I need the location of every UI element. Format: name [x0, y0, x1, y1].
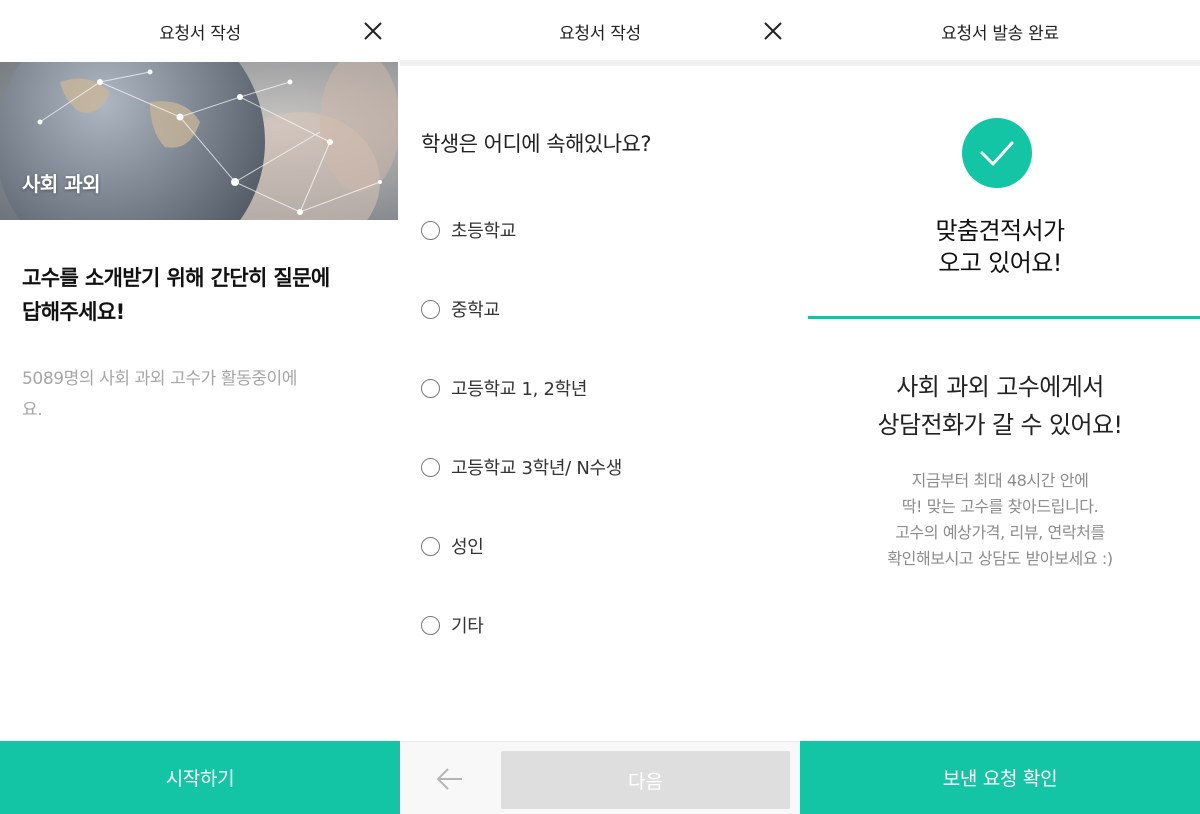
- completion-heading-line: 오고 있어요!: [938, 249, 1062, 277]
- screen-intro: 요청서 작성 사회 과외 고수를 소개받기 위해 간단히 질문에 답해주세요! …: [0, 0, 400, 814]
- back-arrow-icon[interactable]: [434, 764, 466, 794]
- header-title: 요청서 작성: [159, 23, 241, 44]
- radio-button[interactable]: [421, 299, 440, 319]
- screen-complete: 요청서 발송 완료 맞춤견적서가 오고 있어요! 사회 과외 고수에게서 상담전…: [800, 0, 1200, 814]
- option-adult[interactable]: 성인: [421, 526, 622, 566]
- completion-subheading-line: 사회 과외 고수에게서: [896, 373, 1104, 401]
- description-line: 딱! 맞는 고수를 찾아드립니다.: [901, 497, 1099, 516]
- completion-description: 지금부터 최대 48시간 안에 딱! 맞는 고수를 찾아드립니다. 고수의 예상…: [800, 468, 1200, 572]
- completion-subheading: 사회 과외 고수에게서 상담전화가 갈 수 있어요!: [800, 368, 1200, 444]
- intro-heading-line: 답해주세요!: [22, 300, 125, 324]
- divider-line: [808, 316, 1200, 319]
- radio-button[interactable]: [421, 457, 440, 477]
- option-label: 중학교: [451, 300, 500, 321]
- header: 요청서 작성: [0, 0, 400, 62]
- radio-button[interactable]: [421, 536, 440, 556]
- expert-count-text: 5089명의 사회 과외 고수가 활동중이에 요.: [22, 364, 372, 426]
- start-button[interactable]: 시작하기: [0, 741, 400, 814]
- header: 요청서 발송 완료: [800, 0, 1200, 62]
- option-elementary[interactable]: 초등학교: [421, 210, 622, 250]
- option-label: 초등학교: [451, 221, 517, 242]
- question-title: 학생은 어디에 속해있나요?: [421, 132, 652, 156]
- radio-button[interactable]: [421, 615, 440, 635]
- option-label: 고등학교 3학년/ N수생: [451, 458, 623, 479]
- description-line: 고수의 예상가격, 리뷰, 연락처를: [895, 523, 1105, 542]
- expert-count-line: 요.: [22, 400, 43, 420]
- completion-heading: 맞춤견적서가 오고 있어요!: [800, 215, 1200, 279]
- intro-heading-line: 고수를 소개받기 위해 간단히 질문에: [22, 266, 330, 290]
- footer-navigation: 다음: [400, 741, 800, 814]
- option-high-school-1-2[interactable]: 고등학교 1, 2학년: [421, 368, 622, 408]
- description-line: 지금부터 최대 48시간 안에: [911, 471, 1089, 490]
- view-sent-request-button[interactable]: 보낸 요청 확인: [800, 741, 1200, 814]
- completion-heading-line: 맞춤견적서가: [935, 217, 1065, 245]
- header-title: 요청서 발송 완료: [941, 23, 1059, 44]
- header-title: 요청서 작성: [559, 23, 641, 44]
- completion-subheading-line: 상담전화가 갈 수 있어요!: [877, 411, 1124, 439]
- option-label: 기타: [451, 616, 484, 637]
- header-divider: [800, 60, 1200, 66]
- hero-category-label: 사회 과외: [22, 172, 101, 196]
- option-high-school-3-nsu[interactable]: 고등학교 3학년/ N수생: [421, 447, 622, 487]
- header: 요청서 작성: [400, 0, 800, 62]
- close-icon[interactable]: [762, 20, 784, 42]
- description-line: 확인해보시고 상담도 받아보세요 :): [887, 549, 1113, 568]
- option-list: 초등학교 중학교 고등학교 1, 2학년 고등학교 3학년/ N수생 성인 기타: [421, 210, 622, 684]
- next-button[interactable]: 다음: [501, 751, 790, 809]
- expert-count-line: 5089명의 사회 과외 고수가 활동중이에: [22, 369, 298, 389]
- radio-button[interactable]: [421, 378, 440, 398]
- option-middle-school[interactable]: 중학교: [421, 289, 622, 329]
- hero-image: 사회 과외: [0, 62, 398, 220]
- option-label: 성인: [451, 537, 484, 558]
- option-other[interactable]: 기타: [421, 605, 622, 645]
- checkmark-icon: [962, 118, 1032, 188]
- intro-heading: 고수를 소개받기 위해 간단히 질문에 답해주세요!: [22, 261, 382, 329]
- close-icon[interactable]: [362, 20, 384, 42]
- option-label: 고등학교 1, 2학년: [451, 379, 588, 400]
- header-divider: [400, 60, 800, 66]
- radio-button[interactable]: [421, 220, 440, 240]
- screen-question: 요청서 작성 학생은 어디에 속해있나요? 초등학교 중학교 고등학교 1, 2…: [400, 0, 800, 814]
